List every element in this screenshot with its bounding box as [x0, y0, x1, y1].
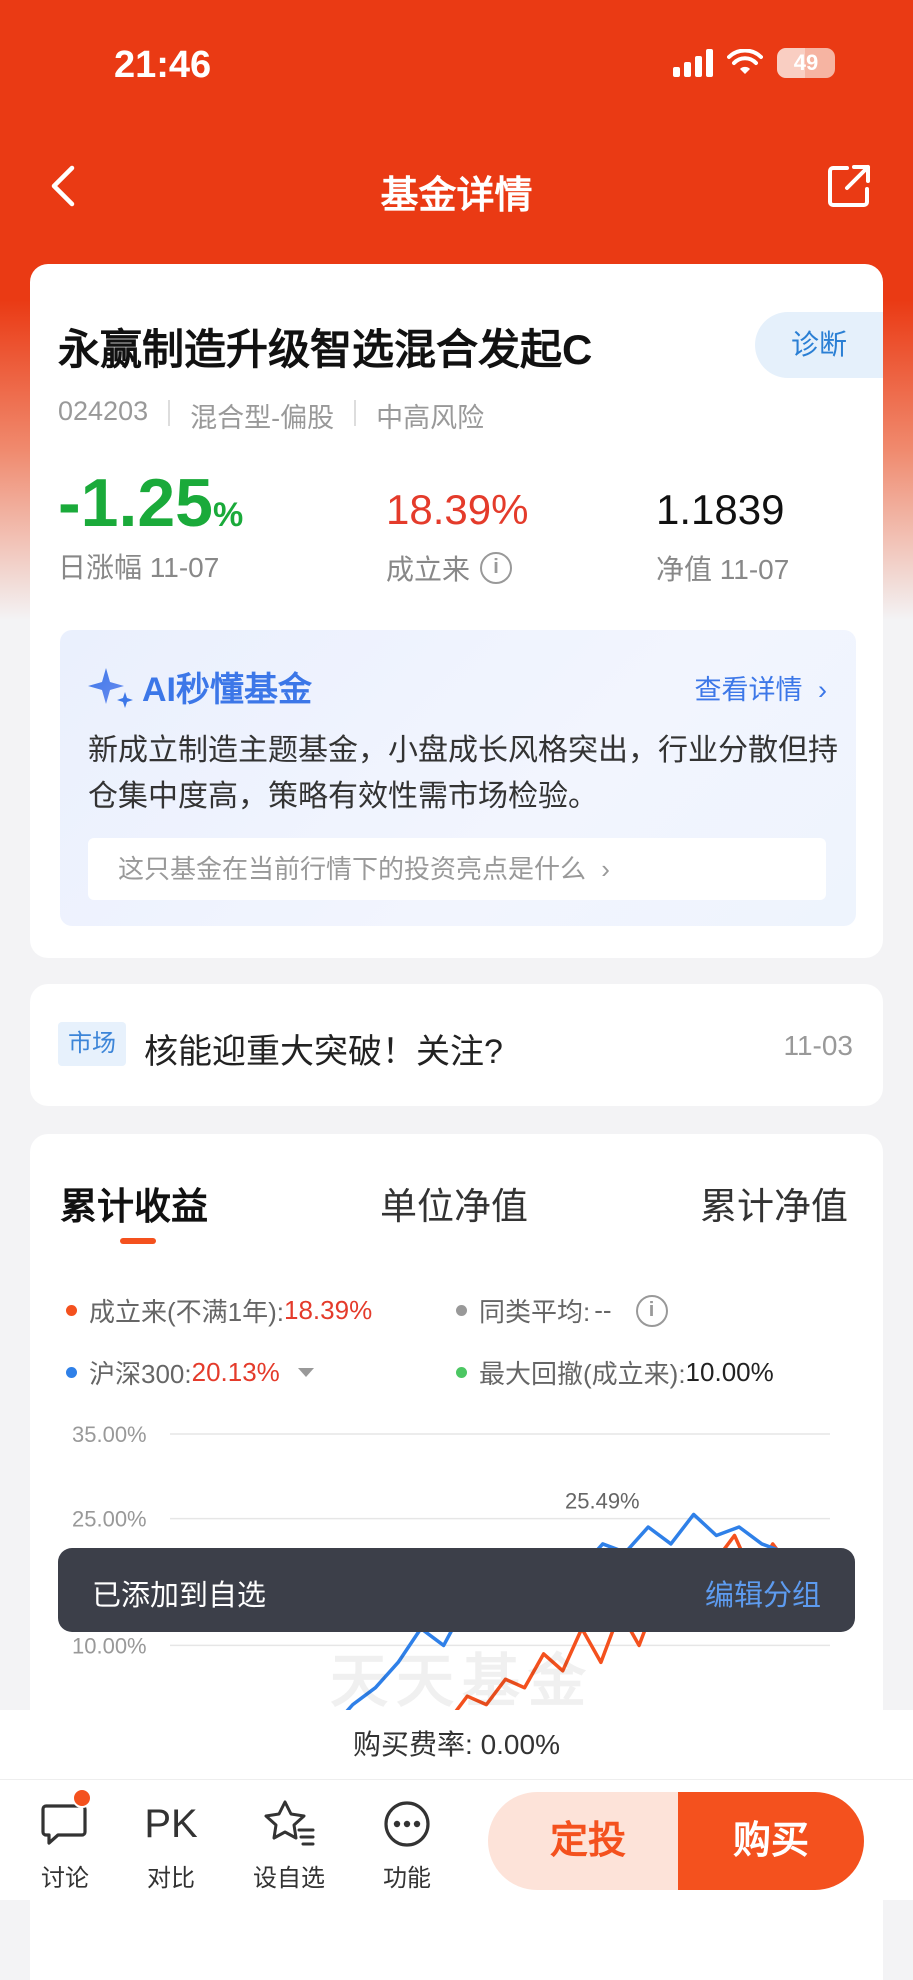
tab-cumulative-nav[interactable]: 累计净值	[700, 1176, 848, 1230]
favorite-button[interactable]: 设自选	[244, 1796, 334, 1893]
legend-since-value: 18.39%	[284, 1295, 373, 1325]
ai-more-link[interactable]: 查看详情 ›	[694, 668, 827, 707]
function-button[interactable]: 功能	[362, 1796, 452, 1893]
news-tag: 市场	[58, 1022, 126, 1066]
since-inception-value: 18.39%	[386, 486, 529, 533]
ai-more-text: 查看详情	[694, 675, 803, 705]
legend-avg-label: 同类平均:	[479, 1297, 591, 1327]
daily-change-label: 日涨幅 11-07	[58, 552, 220, 583]
discuss-button[interactable]: 讨论	[20, 1796, 110, 1893]
since-inception-label: 成立来	[386, 554, 471, 585]
chevron-right-icon: ›	[601, 854, 610, 884]
ai-title-text: AI秒懂基金	[142, 671, 312, 709]
function-label: 功能	[383, 1865, 431, 1892]
auto-invest-button[interactable]: 定投	[488, 1792, 678, 1890]
legend-hs300-label: 沪深300:	[89, 1359, 192, 1389]
page-title: 基金详情	[380, 175, 533, 217]
more-icon	[384, 1801, 430, 1847]
legend-avg-value: --	[594, 1295, 612, 1325]
tab-unit-nav[interactable]: 单位净值	[380, 1176, 528, 1230]
y-tick-label: 35.00%	[72, 1422, 147, 1447]
fund-code: 024203	[58, 396, 149, 426]
tab-indicator	[120, 1238, 156, 1244]
daily-change-stat: -1.25% 日涨幅 11-07	[58, 464, 243, 586]
diagnose-button[interactable]: 诊断	[755, 312, 883, 378]
since-inception-stat: 18.39% 成立来 i	[386, 486, 528, 588]
buy-button[interactable]: 购买	[678, 1792, 864, 1890]
fund-name: 永赢制造升级智选混合发起C	[58, 326, 593, 373]
tab-cumulative-return[interactable]: 累计收益	[60, 1176, 208, 1230]
favorite-label: 设自选	[253, 1865, 325, 1892]
share-icon[interactable]	[825, 162, 873, 210]
peak-label: 25.49%	[565, 1488, 640, 1513]
news-title[interactable]: 核能迎重大突破！关注?	[144, 1024, 503, 1073]
sparkle-icon	[88, 667, 133, 708]
legend-since-label: 成立来(不满1年):	[89, 1297, 285, 1327]
discuss-label: 讨论	[41, 1865, 89, 1892]
status-time: 21:46	[114, 44, 212, 86]
y-tick-label: 10.00%	[72, 1633, 147, 1658]
notification-dot	[72, 1788, 92, 1808]
info-icon[interactable]: i	[480, 552, 513, 584]
chevron-right-icon: ›	[818, 675, 827, 705]
fund-type: 混合型-偏股	[190, 403, 335, 433]
daily-change-value: -1.25	[58, 465, 213, 541]
battery-icon: 49	[777, 48, 835, 78]
daily-change-unit: %	[213, 496, 244, 534]
legend-drawdown-value: 10.00%	[685, 1357, 774, 1387]
star-list-icon	[264, 1800, 315, 1846]
toast-message: 已添加到自选	[92, 1580, 267, 1612]
legend-hs300-value: 20.13%	[191, 1357, 280, 1387]
ai-question-prompt[interactable]: 这只基金在当前行情下的投资亮点是什么 ›	[88, 838, 826, 900]
nav-label: 净值 11-07	[656, 554, 790, 585]
dropdown-icon	[297, 1368, 314, 1377]
nav-value: 1.1839	[656, 486, 785, 533]
nav-stat: 1.1839 净值 11-07	[656, 486, 789, 588]
ai-summary-text: 新成立制造主题基金，小盘成长风格突出，行业分散但持仓集中度高，策略有效性需市场检…	[88, 734, 838, 813]
legend-category-average: 同类平均: -- i	[456, 1292, 668, 1329]
compare-button[interactable]: PK 对比	[126, 1796, 216, 1893]
edit-group-link[interactable]: 编辑分组	[705, 1572, 821, 1614]
legend-since-inception: 成立来(不满1年): 18.39%	[66, 1292, 372, 1329]
compare-label: 对比	[147, 1865, 195, 1892]
y-tick-label: 25.00%	[72, 1507, 147, 1532]
ai-title: AI秒懂基金	[88, 662, 312, 711]
info-icon[interactable]: i	[635, 1294, 668, 1327]
signal-icon	[673, 49, 713, 77]
status-icons: 49	[673, 48, 835, 78]
fund-risk: 中高风险	[376, 403, 485, 433]
news-date: 11-03	[783, 1030, 853, 1061]
watermark-text: 天天基金	[330, 1649, 595, 1714]
legend-hs300[interactable]: 沪深300: 20.13%	[66, 1354, 314, 1391]
legend-max-drawdown: 最大回撤(成立来): 10.00%	[456, 1354, 774, 1391]
fund-meta: 024203 混合型-偏股 中高风险	[58, 396, 484, 435]
wifi-icon	[727, 49, 763, 74]
pk-icon: PK	[144, 1801, 198, 1846]
legend-drawdown-label: 最大回撤(成立来):	[479, 1359, 686, 1389]
ai-question-text: 这只基金在当前行情下的投资亮点是什么	[118, 854, 587, 884]
purchase-fee: 购买费率: 0.00%	[0, 1710, 913, 1780]
